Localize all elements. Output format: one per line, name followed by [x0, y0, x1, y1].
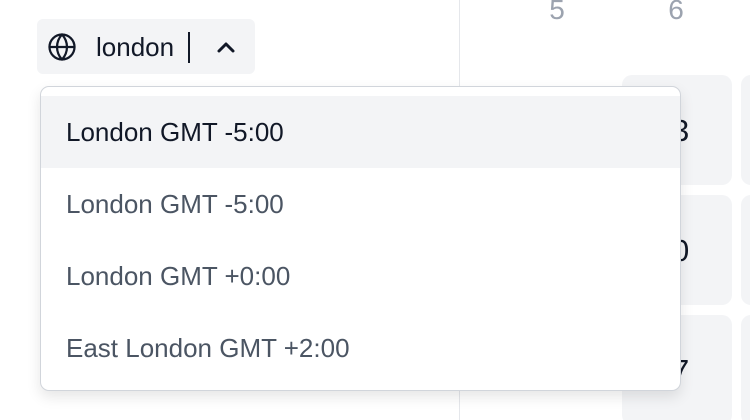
timezone-option[interactable]: East London GMT +2:00	[41, 312, 680, 384]
timezone-dropdown: London GMT -5:00 London GMT -5:00 London…	[40, 86, 681, 391]
timezone-option-label: London GMT -5:00	[66, 189, 284, 219]
day-header-6: 6	[668, 0, 684, 25]
timezone-option[interactable]: London GMT -5:00	[41, 96, 680, 168]
day-header-5: 5	[549, 0, 565, 25]
globe-icon	[48, 33, 76, 61]
timezone-option-label: East London GMT +2:00	[66, 333, 350, 363]
calendar-day-cell[interactable]	[741, 195, 750, 305]
timezone-search[interactable]	[37, 19, 255, 74]
calendar-day-cell[interactable]	[741, 75, 750, 185]
chevron-up-icon[interactable]	[211, 35, 241, 59]
timezone-search-input[interactable]	[96, 30, 196, 64]
timezone-option-label: London GMT -5:00	[66, 117, 284, 147]
timezone-option[interactable]: London GMT -5:00	[41, 168, 680, 240]
calendar-day-cell[interactable]	[741, 315, 750, 420]
app-stage: 5 6 3 0 7 London GMT -5:00 London GMT -5…	[0, 0, 750, 420]
timezone-option-label: London GMT +0:00	[66, 261, 291, 291]
timezone-option[interactable]: London GMT +0:00	[41, 240, 680, 312]
text-caret	[188, 32, 190, 63]
